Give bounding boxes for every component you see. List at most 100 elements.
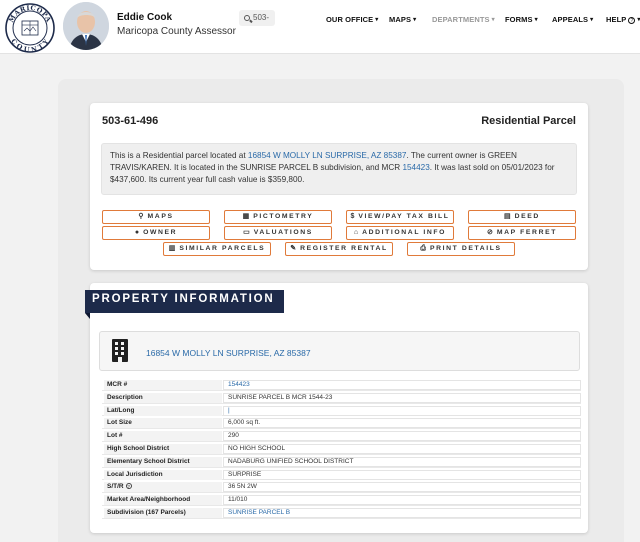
table-row: Market Area/Neighborhood 11/010 (102, 493, 581, 506)
row-label: Lot # (104, 431, 222, 442)
button-label: MAP FERRET (496, 229, 557, 236)
chevron-down-icon: ▾ (590, 17, 594, 23)
button-label: DEED (514, 213, 540, 220)
nav-label: APPEALS (552, 15, 589, 24)
button-label: REGISTER RENTAL (300, 245, 388, 252)
nav-our-office[interactable]: OUR OFFICE ▾ (326, 15, 378, 24)
valuations-button[interactable]: ▭ VALUATIONS (224, 226, 332, 240)
table-row: Local Jurisdiction SURPRISE (102, 468, 581, 481)
row-label-with-help: S/T/R? (104, 482, 222, 493)
chevron-down-icon: ▾ (375, 17, 379, 23)
assessor-name: Eddie Cook (117, 12, 173, 23)
document-icon: ▤ (504, 213, 511, 220)
button-label: VIEW/PAY TAX BILL (358, 213, 450, 220)
property-details-table: MCR #154423 Description SUNRISE PARCEL B … (102, 378, 581, 519)
parcel-summary-card: 503-61-496 Residential Parcel This is a … (90, 103, 588, 270)
button-label: VALUATIONS (253, 229, 313, 236)
lat-long-link[interactable]: | (223, 405, 581, 416)
nav-help[interactable]: HELP? ▾ (606, 15, 640, 24)
building-icon: ▦ (242, 213, 250, 220)
button-label: OWNER (143, 229, 178, 236)
similar-parcels-button[interactable]: ▥ SIMILAR PARCELS (163, 242, 271, 256)
assessor-identity: Eddie Cook Maricopa County Assessor (117, 12, 236, 37)
row-label: Elementary School District (104, 456, 222, 467)
nav-label: HELP (606, 15, 627, 24)
nav-label: DEPARTMENTS (432, 15, 490, 24)
subdivision-link[interactable]: SUNRISE PARCEL B (223, 507, 581, 518)
view-pay-tax-bill-button[interactable]: $ VIEW/PAY TAX BILL (346, 210, 454, 224)
row-label: Market Area/Neighborhood (104, 495, 222, 506)
nav-label: MAPS (389, 15, 412, 24)
parcel-search-input[interactable]: 503- (239, 10, 275, 26)
button-label: MAPS (147, 213, 174, 220)
row-value: NO HIGH SCHOOL (223, 443, 581, 454)
button-label: PRINT DETAILS (429, 245, 502, 252)
assessor-avatar (63, 2, 109, 50)
nav-maps[interactable]: MAPS ▾ (389, 15, 416, 24)
print-details-button[interactable]: ⎙ PRINT DETAILS (407, 242, 515, 256)
table-row: Lat/Long | (102, 404, 581, 417)
parcel-number: 503-61-496 (102, 115, 159, 127)
help-question-icon[interactable]: ? (125, 483, 132, 490)
address-link[interactable]: 16854 W MOLLY LN SURPRISE, AZ 85387 (248, 151, 407, 160)
row-label: MCR # (104, 380, 222, 390)
nav-appeals[interactable]: APPEALS ▾ (552, 15, 593, 24)
site-header: MARICOPA COUNTY Eddie Cook Maricopa Coun… (0, 0, 640, 54)
search-icon (244, 15, 250, 21)
mcr-value-link[interactable]: 154423 (223, 380, 581, 390)
deed-button[interactable]: ▤ DEED (468, 210, 576, 224)
property-address: 16854 W MOLLY LN SURPRISE, AZ 85387 (146, 348, 311, 358)
row-value: SURPRISE (223, 469, 581, 480)
parcel-type: Residential Parcel (481, 115, 576, 127)
chevron-down-icon: ▾ (413, 17, 417, 23)
nav-label: FORMS (505, 15, 533, 24)
bar-chart-icon: ▥ (168, 245, 176, 252)
edit-icon: ✎ (290, 245, 297, 252)
owner-button[interactable]: ● OWNER (102, 226, 210, 240)
table-row: Subdivision (167 Parcels) SUNRISE PARCEL … (102, 506, 581, 519)
summary-text: This is a Residential parcel located at (110, 151, 248, 160)
row-label: Lat/Long (104, 405, 222, 416)
row-value: 36 5N 2W (223, 482, 581, 493)
search-value: 503- (253, 13, 270, 22)
county-seal-logo[interactable]: MARICOPA COUNTY (5, 3, 55, 53)
table-row: High School District NO HIGH SCHOOL (102, 442, 581, 455)
table-row: S/T/R? 36 5N 2W (102, 480, 581, 494)
nav-label: OUR OFFICE (326, 15, 374, 24)
row-label: Subdivision (167 Parcels) (104, 507, 222, 518)
register-rental-button[interactable]: ✎ REGISTER RENTAL (285, 242, 393, 256)
dollar-icon: $ (350, 213, 355, 220)
row-label: Lot Size (104, 418, 222, 429)
map-ferret-button[interactable]: ⊘ MAP FERRET (468, 226, 576, 240)
nav-departments[interactable]: DEPARTMENTS ▾ (432, 15, 495, 24)
building-icon (112, 339, 128, 362)
row-label: Local Jurisdiction (104, 469, 222, 480)
table-row: MCR #154423 (102, 378, 581, 391)
button-label: ADDITIONAL INFO (362, 229, 447, 236)
mcr-link[interactable]: 154423 (402, 163, 429, 172)
button-label: SIMILAR PARCELS (179, 245, 266, 252)
property-information-heading: PROPERTY INFORMATION (85, 290, 284, 313)
print-icon: ⎙ (420, 245, 426, 252)
row-label: High School District (104, 443, 222, 454)
button-label: PICTOMETRY (253, 213, 314, 220)
row-value: SUNRISE PARCEL B MCR 1544-23 (223, 392, 581, 403)
table-row: Description SUNRISE PARCEL B MCR 1544-23 (102, 391, 581, 404)
table-row: Lot Size 6,000 sq ft. (102, 416, 581, 430)
row-label: S/T/R (107, 483, 124, 491)
chevron-down-icon: ▾ (534, 17, 538, 23)
user-icon: ● (134, 229, 140, 236)
question-icon: ? (628, 17, 636, 24)
maps-button[interactable]: ⚲ MAPS (102, 210, 210, 224)
table-row: Lot #290 (102, 429, 581, 442)
table-row: Elementary School District NADABURG UNIFI… (102, 455, 581, 468)
nav-forms[interactable]: FORMS ▾ (505, 15, 538, 24)
row-label: Description (104, 392, 222, 403)
additional-info-button[interactable]: ⌂ ADDITIONAL INFO (346, 226, 454, 240)
row-value: NADABURG UNIFIED SCHOOL DISTRICT (223, 456, 581, 467)
pictometry-button[interactable]: ▦ PICTOMETRY (224, 210, 332, 224)
map-pin-icon: ⚲ (138, 213, 144, 220)
money-icon: ▭ (243, 229, 250, 236)
home-icon: ⌂ (353, 229, 359, 236)
property-address-box: 16854 W MOLLY LN SURPRISE, AZ 85387 (99, 331, 580, 371)
